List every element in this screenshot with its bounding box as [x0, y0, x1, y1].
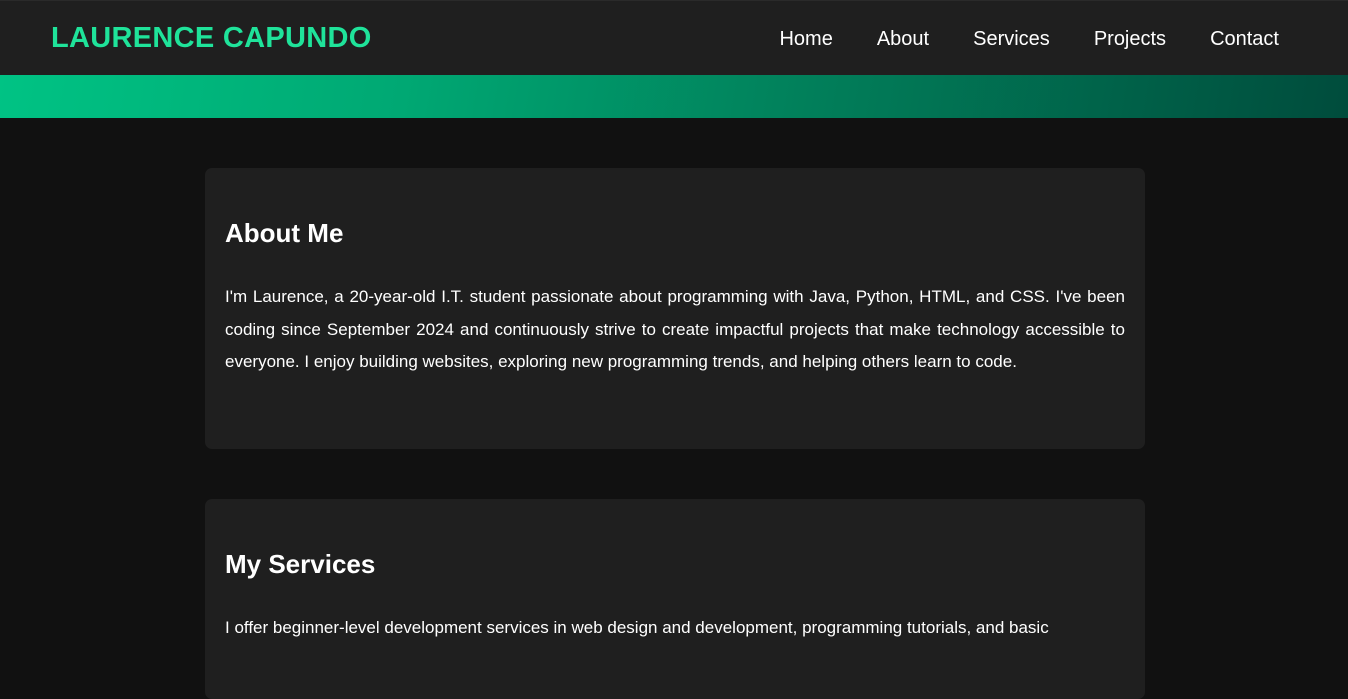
- site-logo[interactable]: LAURENCE CAPUNDO: [51, 20, 372, 56]
- main-nav: Home About Services Projects Contact: [779, 26, 1279, 52]
- services-text: I offer beginner-level development servi…: [225, 618, 1049, 637]
- nav-link-home[interactable]: Home: [779, 26, 832, 52]
- services-title: My Services: [225, 549, 376, 579]
- site-header: LAURENCE CAPUNDO Home About Services Pro…: [0, 0, 1348, 75]
- about-title: About Me: [225, 218, 344, 248]
- nav-link-services[interactable]: Services: [973, 26, 1050, 52]
- nav-link-about[interactable]: About: [877, 26, 929, 52]
- nav-link-contact[interactable]: Contact: [1210, 26, 1279, 52]
- about-section: About Me I'm Laurence, a 20-year-old I.T…: [205, 168, 1145, 449]
- about-text: I'm Laurence, a 20-year-old I.T. student…: [225, 287, 1125, 371]
- services-section: My Services I offer beginner-level devel…: [205, 499, 1145, 699]
- nav-link-projects[interactable]: Projects: [1094, 26, 1166, 52]
- gradient-banner: [0, 75, 1348, 118]
